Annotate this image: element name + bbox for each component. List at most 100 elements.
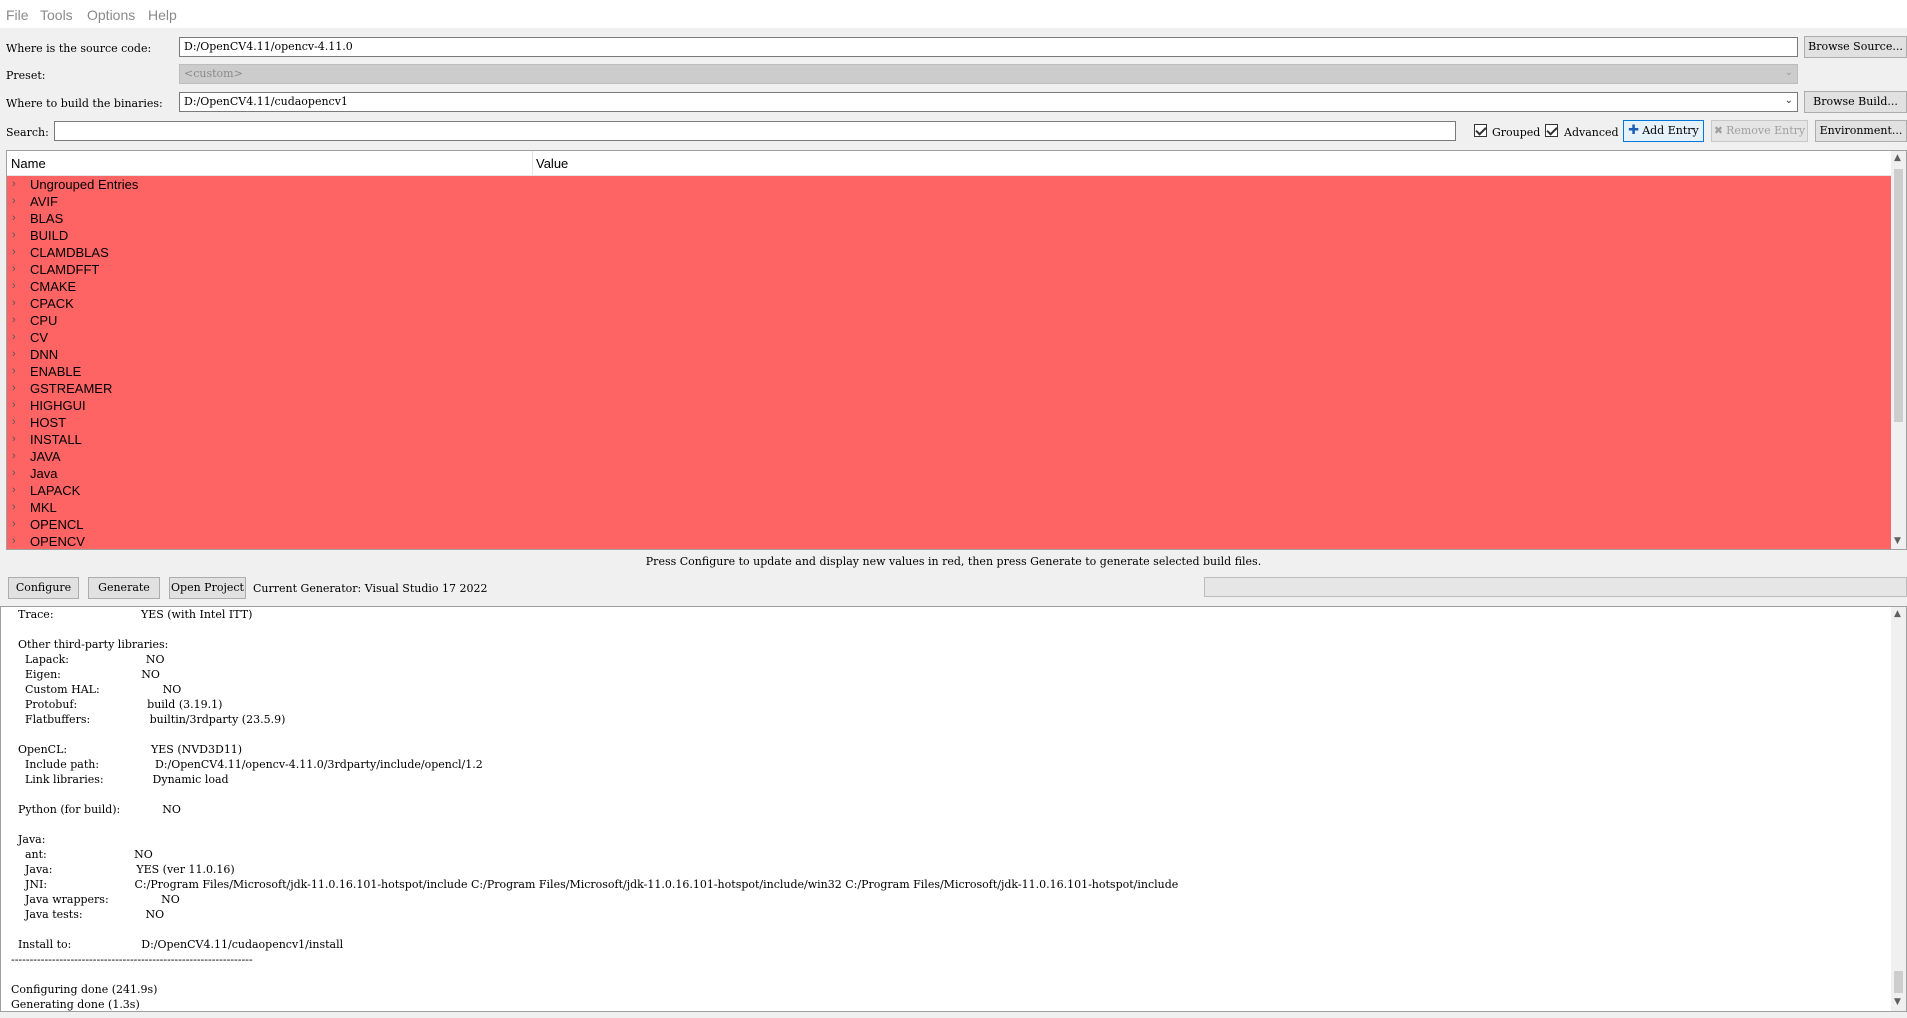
cache-tree[interactable]: Name Value › Ungrouped Entries › AVIF › BLAS ›…	[6, 150, 1907, 550]
expand-arrow-icon[interactable]: ›	[12, 244, 16, 261]
log-scrollbar-thumb[interactable]	[1894, 971, 1903, 993]
grouped-checkbox[interactable]	[1474, 124, 1487, 137]
expand-arrow-icon[interactable]: ›	[12, 414, 16, 431]
name-column-header[interactable]: Name	[11, 156, 46, 171]
tree-row[interactable]: › BLAS	[7, 210, 1891, 227]
tree-row-name: LAPACK	[30, 483, 81, 498]
tree-row[interactable]: › HOST	[7, 414, 1891, 431]
build-path-select[interactable]: D:/OpenCV4.11/cudaopencv1 ⌄	[179, 92, 1798, 112]
plus-icon: ✚	[1628, 123, 1640, 138]
tree-row[interactable]: › ENABLE	[7, 363, 1891, 380]
remove-icon: ✖	[1713, 124, 1724, 137]
tree-row[interactable]: › CPACK	[7, 295, 1891, 312]
tree-row[interactable]: › MKL	[7, 499, 1891, 516]
expand-arrow-icon[interactable]: ›	[12, 261, 16, 278]
scroll-up-icon[interactable]: ▲	[1894, 153, 1901, 163]
log-scrollbar[interactable]: ▲ ▼	[1891, 607, 1906, 1011]
expand-arrow-icon[interactable]: ›	[12, 465, 16, 482]
configure-button[interactable]: Configure	[8, 577, 79, 599]
expand-arrow-icon[interactable]: ›	[12, 482, 16, 499]
log-line: Link libraries: Dynamic load	[11, 773, 229, 786]
menu-file[interactable]: File	[6, 7, 29, 23]
source-path-value: D:/OpenCV4.11/opencv-4.11.0	[184, 40, 353, 53]
expand-arrow-icon[interactable]: ›	[12, 227, 16, 244]
expand-arrow-icon[interactable]: ›	[12, 516, 16, 533]
log-line: ----------------------------------------…	[11, 953, 253, 966]
expand-arrow-icon[interactable]: ›	[12, 380, 16, 397]
tree-row[interactable]: › AVIF	[7, 193, 1891, 210]
log-line: Other third-party libraries:	[11, 638, 169, 651]
environment-button[interactable]: Environment...	[1815, 120, 1907, 142]
log-line: Java:	[11, 833, 46, 846]
scroll-up-icon[interactable]: ▲	[1894, 609, 1901, 619]
log-text: Trace: YES (with Intel ITT) Other third-…	[11, 607, 1891, 1011]
tree-row[interactable]: › DNN	[7, 346, 1891, 363]
expand-arrow-icon[interactable]: ›	[12, 176, 16, 193]
expand-arrow-icon[interactable]: ›	[12, 210, 16, 227]
tree-row[interactable]: › CLAMDFFT	[7, 261, 1891, 278]
expand-arrow-icon[interactable]: ›	[12, 431, 16, 448]
tree-row[interactable]: › INSTALL	[7, 431, 1891, 448]
value-column-header[interactable]: Value	[536, 156, 568, 171]
tree-row-name: HOST	[30, 415, 67, 430]
menu-options[interactable]: Options	[87, 7, 135, 23]
search-input[interactable]	[54, 121, 1456, 141]
tree-row[interactable]: › Ungrouped Entries	[7, 176, 1891, 193]
expand-arrow-icon[interactable]: ›	[12, 312, 16, 329]
browse-source-button[interactable]: Browse Source...	[1804, 36, 1907, 58]
preset-select[interactable]: <custom> ⌄	[179, 64, 1798, 84]
tree-row[interactable]: › GSTREAMER	[7, 380, 1891, 397]
tree-scrollbar[interactable]: ▲ ▼	[1891, 151, 1906, 549]
log-line: Python (for build): NO	[11, 803, 181, 816]
expand-arrow-icon[interactable]: ›	[12, 346, 16, 363]
tree-row[interactable]: › CPU	[7, 312, 1891, 329]
expand-arrow-icon[interactable]: ›	[12, 295, 16, 312]
tree-row[interactable]: › CLAMDBLAS	[7, 244, 1891, 261]
open-project-button[interactable]: Open Project	[169, 577, 246, 599]
tree-row[interactable]: › OPENCV	[7, 533, 1891, 549]
log-line: Custom HAL: NO	[11, 683, 182, 696]
tree-row[interactable]: › JAVA	[7, 448, 1891, 465]
expand-arrow-icon[interactable]: ›	[12, 448, 16, 465]
scroll-down-icon[interactable]: ▼	[1894, 536, 1901, 546]
tree-row[interactable]: › BUILD	[7, 227, 1891, 244]
remove-entry-label: Remove Entry	[1726, 124, 1806, 137]
expand-arrow-icon[interactable]: ›	[12, 329, 16, 346]
advanced-checkbox[interactable]	[1545, 124, 1558, 137]
log-line: Generating done (1.3s)	[11, 998, 140, 1011]
add-entry-button[interactable]: ✚ Add Entry	[1623, 120, 1704, 142]
tree-row[interactable]: › CV	[7, 329, 1891, 346]
tree-row-name: CPACK	[30, 296, 74, 311]
menu-help[interactable]: Help	[148, 7, 177, 23]
log-line: JNI: C:/Program Files/Microsoft/jdk-11.0…	[11, 878, 1179, 891]
tree-row-name: CV	[30, 330, 49, 345]
scroll-down-icon[interactable]: ▼	[1894, 997, 1901, 1007]
tree-row[interactable]: › HIGHGUI	[7, 397, 1891, 414]
tree-row[interactable]: › LAPACK	[7, 482, 1891, 499]
tree-row[interactable]: › CMAKE	[7, 278, 1891, 295]
tree-row[interactable]: › Java	[7, 465, 1891, 482]
browse-build-button[interactable]: Browse Build...	[1804, 91, 1907, 113]
expand-arrow-icon[interactable]: ›	[12, 193, 16, 210]
generate-button[interactable]: Generate	[88, 577, 160, 599]
tree-row-name: JAVA	[30, 449, 61, 464]
preset-label: Preset:	[6, 69, 46, 82]
remove-entry-button[interactable]: ✖ Remove Entry	[1711, 120, 1808, 142]
tree-row[interactable]: › OPENCL	[7, 516, 1891, 533]
tree-scrollbar-thumb[interactable]	[1894, 169, 1903, 422]
grouped-label: Grouped	[1492, 126, 1541, 139]
column-separator[interactable]	[532, 151, 533, 176]
expand-arrow-icon[interactable]: ›	[12, 533, 16, 549]
tree-row-name: CMAKE	[30, 279, 77, 294]
expand-arrow-icon[interactable]: ›	[12, 363, 16, 380]
output-log[interactable]: Trace: YES (with Intel ITT) Other third-…	[0, 606, 1907, 1012]
menu-tools[interactable]: Tools	[40, 7, 73, 23]
tree-row-name: CLAMDFFT	[30, 262, 100, 277]
expand-arrow-icon[interactable]: ›	[12, 499, 16, 516]
expand-arrow-icon[interactable]: ›	[12, 278, 16, 295]
expand-arrow-icon[interactable]: ›	[12, 397, 16, 414]
build-label: Where to build the binaries:	[6, 97, 163, 110]
source-path-input[interactable]: D:/OpenCV4.11/opencv-4.11.0	[179, 37, 1798, 57]
